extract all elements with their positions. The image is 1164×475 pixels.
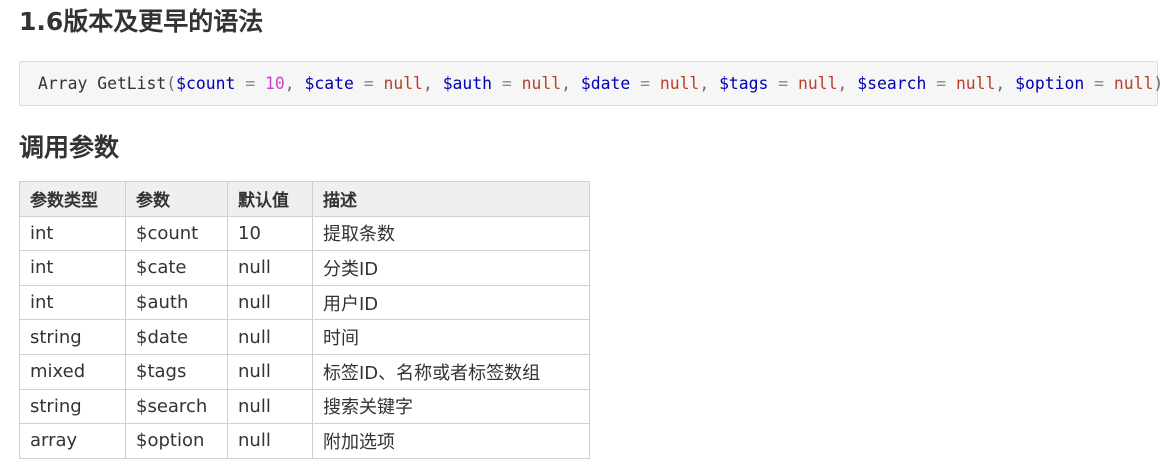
- cell-type: int: [19, 284, 126, 321]
- cell-default: 10: [227, 215, 313, 252]
- cell-default: null: [227, 353, 313, 390]
- code-token-punc: ,: [284, 74, 305, 93]
- table-row: string $date null 时间: [19, 319, 590, 355]
- parameters-table: 参数类型 参数 默认值 描述 int $count 10 提取条数 int $c…: [19, 181, 590, 459]
- cell-description: 搜索关键字: [312, 388, 590, 425]
- code-token-var: $date: [580, 74, 631, 93]
- section-title-syntax: 1.6版本及更早的语法: [19, 7, 264, 36]
- code-token-punc: ,: [561, 74, 581, 93]
- cell-param: $tags: [125, 353, 228, 390]
- cell-default: null: [227, 284, 313, 321]
- code-token-punc: ,: [422, 74, 443, 93]
- cell-param: $date: [125, 319, 228, 355]
- code-token-var: $option: [1015, 74, 1085, 93]
- code-token-punc: ,: [995, 74, 1016, 93]
- code-token-var: $cate: [304, 74, 354, 93]
- cell-default: null: [227, 250, 313, 286]
- code-token-var: $auth: [442, 74, 493, 93]
- cell-type: string: [19, 319, 126, 355]
- header-description: 描述: [312, 181, 590, 217]
- code-token-null: null: [659, 74, 700, 93]
- cell-type: int: [19, 215, 126, 252]
- code-token-op: =: [235, 74, 265, 93]
- cell-param: $count: [125, 215, 228, 252]
- code-token-punc: ): [1153, 74, 1164, 93]
- table-row: mixed $tags null 标签ID、名称或者标签数组: [19, 353, 590, 390]
- code-token-null: null: [383, 74, 423, 93]
- code-token-null: null: [798, 74, 838, 93]
- code-token-op: =: [768, 74, 799, 93]
- cell-param: $auth: [125, 284, 228, 321]
- table-header-row: 参数类型 参数 默认值 描述: [19, 181, 590, 217]
- table-row: int $count 10 提取条数: [19, 215, 590, 252]
- cell-type: int: [19, 250, 126, 286]
- code-token-punc: ,: [837, 74, 858, 93]
- cell-default: null: [227, 319, 313, 355]
- cell-description: 标签ID、名称或者标签数组: [312, 353, 590, 390]
- header-type: 参数类型: [19, 181, 126, 217]
- code-token-op: =: [1084, 74, 1114, 93]
- code-token-null: null: [955, 74, 996, 93]
- cell-description: 用户ID: [312, 284, 590, 321]
- code-token-var: $search: [857, 74, 927, 93]
- cell-default: null: [227, 388, 313, 425]
- cell-description: 提取条数: [312, 215, 590, 252]
- code-token-var: $tags: [719, 74, 769, 93]
- code-token-var: $count: [176, 74, 236, 93]
- code-token-null: null: [521, 74, 562, 93]
- code-block-getlist-signature: Array GetList($count = 10, $cate = null,…: [19, 61, 1163, 106]
- cell-param: $option: [125, 423, 228, 459]
- table-row: int $auth null 用户ID: [19, 284, 590, 321]
- code-token-punc: (: [166, 74, 177, 93]
- cell-param: $search: [125, 388, 228, 425]
- code-token-null: null: [1113, 74, 1154, 93]
- cell-description: 附加选项: [312, 423, 590, 459]
- code-token-op: =: [353, 74, 384, 93]
- code-token-plain: Array GetList: [38, 74, 167, 93]
- cell-type: array: [19, 423, 126, 459]
- cell-description: 时间: [312, 319, 590, 355]
- section-title-parameters: 调用参数: [19, 133, 120, 162]
- table-row: int $cate null 分类ID: [19, 250, 590, 286]
- code-token-op: =: [926, 74, 956, 93]
- cell-description: 分类ID: [312, 250, 590, 286]
- table-row: string $search null 搜索关键字: [19, 388, 590, 425]
- cell-param: $cate: [125, 250, 228, 286]
- code-token-op: =: [630, 74, 660, 93]
- table-row: array $option null 附加选项: [19, 423, 590, 459]
- header-default: 默认值: [227, 181, 313, 217]
- code-token-punc: ,: [699, 74, 720, 93]
- cell-type: string: [19, 388, 126, 425]
- header-param: 参数: [125, 181, 228, 217]
- cell-type: mixed: [19, 353, 126, 390]
- code-token-num: 10: [265, 74, 285, 93]
- code-token-op: =: [492, 74, 522, 93]
- cell-default: null: [227, 423, 313, 459]
